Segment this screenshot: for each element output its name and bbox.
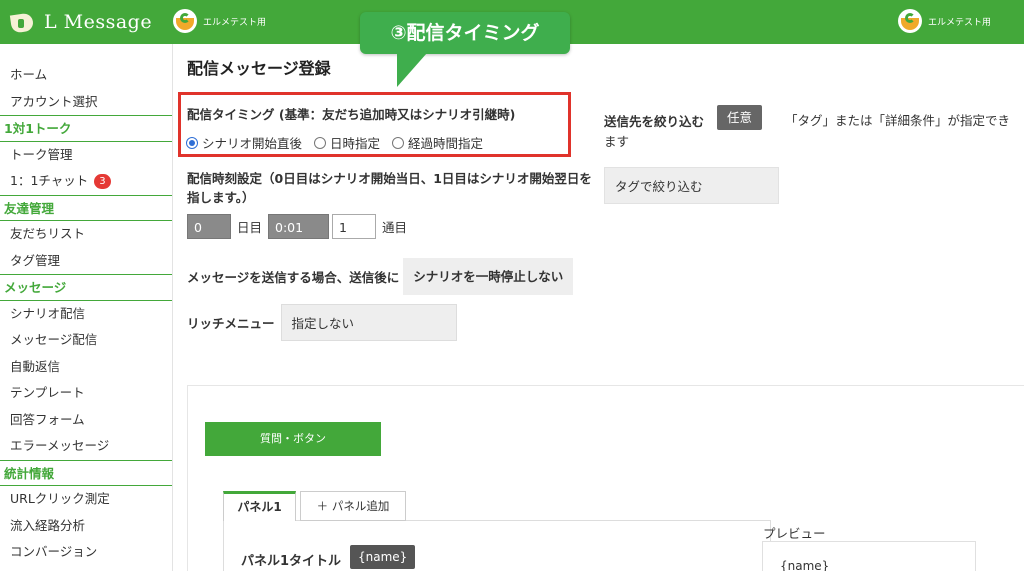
sidebar-item-label: トーク管理 — [10, 146, 73, 162]
leaf-logo-icon — [8, 9, 38, 35]
sidebar-item-scenario[interactable]: シナリオ配信 — [0, 301, 172, 328]
sidebar-item-label: URLクリック測定 — [10, 491, 110, 506]
sidebar: ホーム アカウント選択 1対1トーク トーク管理 1：1チャット 3 友達管理 友… — [0, 44, 173, 571]
sidebar-item-label: タグ管理 — [10, 252, 61, 268]
radio-label: 経過時間指定 — [408, 136, 484, 151]
day-input[interactable]: 0 — [187, 214, 231, 239]
sidebar-item-auto-reply[interactable]: 自動返信 — [0, 354, 172, 381]
send-setting-row: メッセージを送信する場合、送信後に シナリオを一時停止しない — [187, 258, 574, 295]
sidebar-item-label: ホーム — [10, 67, 48, 82]
sidebar-item-error-message[interactable]: エラーメッセージ — [0, 433, 172, 460]
radio-icon — [314, 136, 327, 149]
account-menu[interactable]: エルメテスト用 — [898, 9, 991, 33]
sidebar-item-label: テンプレート — [10, 385, 85, 400]
sidebar-item-friend-list[interactable]: 友だちリスト — [0, 221, 172, 248]
timing-radio-group: シナリオ開始直後 日時指定 経過時間指定 — [186, 133, 495, 152]
sidebar-item-message-delivery[interactable]: メッセージ配信 — [0, 327, 172, 354]
add-panel-tab[interactable]: ＋ パネル追加 — [300, 491, 406, 521]
tag-filter-button[interactable]: タグで絞り込む — [604, 167, 779, 204]
sidebar-item-template[interactable]: テンプレート — [0, 380, 172, 407]
rich-menu-select[interactable]: 指定しない — [280, 304, 457, 341]
account-name: エルメテスト用 — [928, 17, 992, 28]
preview-label: プレビュー — [763, 526, 826, 541]
account-avatar-icon — [898, 9, 922, 33]
sidebar-item-label: コンバージョン — [10, 544, 98, 559]
sidebar-section-friends: 友達管理 — [0, 194, 172, 221]
radio-label: 日時指定 — [330, 136, 381, 151]
radio-selected-icon — [186, 136, 198, 149]
account-avatar-icon — [173, 9, 197, 33]
time-setting-row: 0 日目 0:01 1 通目 — [187, 214, 407, 239]
sidebar-section-talk: 1対1トーク — [0, 115, 172, 142]
callout-pointer — [397, 53, 427, 87]
day-unit: 日目 — [237, 220, 263, 235]
sidebar-item-label: 友だちリスト — [10, 226, 86, 241]
filter-note-continued: ます — [604, 134, 630, 149]
sidebar-item-home[interactable]: ホーム — [0, 62, 172, 89]
app-logo[interactable]: L Message — [8, 6, 152, 38]
sidebar-item-label: エラーメッセージ — [10, 438, 110, 453]
filter-label: 送信先を絞り込む — [604, 114, 705, 129]
sidebar-item-label: 1：1チャット — [10, 173, 89, 188]
sidebar-item-talk-management[interactable]: トーク管理 — [0, 142, 172, 169]
tab-panel-1[interactable]: パネル1 — [223, 491, 296, 521]
sidebar-item-url-click[interactable]: URLクリック測定 — [0, 486, 172, 513]
filter-note: 「タグ」または「詳細条件」が指定でき — [785, 113, 1011, 128]
account-name: エルメテスト用 — [203, 17, 267, 28]
sidebar-item-label: 回答フォーム — [10, 411, 85, 427]
question-button[interactable]: 質問・ボタン — [205, 422, 381, 456]
time-input[interactable]: 0:01 — [268, 214, 330, 239]
sidebar-section-stats: 統計情報 — [0, 459, 172, 486]
name-variable-chip[interactable]: {name} — [350, 545, 416, 569]
radio-label: シナリオ開始直後 — [202, 136, 303, 151]
preview-name-text: {name} — [780, 559, 830, 571]
sidebar-item-account-select[interactable]: アカウント選択 — [0, 89, 172, 116]
radio-scenario-start[interactable]: シナリオ開始直後 — [186, 133, 302, 152]
sidebar-item-inflow-analysis[interactable]: 流入経路分析 — [0, 513, 172, 540]
count-unit: 通目 — [382, 220, 408, 235]
annotation-callout: ③配信タイミング — [360, 12, 570, 54]
count-input[interactable]: 1 — [332, 214, 377, 239]
sidebar-item-label: 自動返信 — [10, 358, 61, 374]
sidebar-section-message: メッセージ — [0, 274, 172, 301]
radio-elapsed[interactable]: 経過時間指定 — [392, 133, 483, 152]
radio-icon — [392, 136, 405, 149]
send-label: メッセージを送信する場合、送信後に — [187, 270, 400, 285]
time-setting-label: 配信時刻設定（0日目はシナリオ開始当日、1日目はシナリオ開始翌日を指します。） — [187, 171, 592, 205]
sidebar-item-conversion[interactable]: コンバージョン — [0, 539, 172, 566]
account-selector[interactable]: エルメテスト用 — [173, 9, 266, 33]
rich-menu-label: リッチメニュー — [187, 316, 275, 331]
sidebar-item-label: アカウント選択 — [10, 93, 98, 109]
sidebar-item-label: シナリオ配信 — [10, 305, 86, 321]
sidebar-item-answer-form[interactable]: 回答フォーム — [0, 407, 172, 434]
app-name: L Message — [44, 11, 153, 33]
sidebar-item-label: 流入経路分析 — [10, 517, 86, 533]
timing-label: 配信タイミング (基準：友だち追加時又はシナリオ引継時) — [187, 107, 516, 122]
sidebar-item-chat[interactable]: 1：1チャット 3 — [0, 168, 172, 195]
optional-badge: 任意 — [717, 105, 763, 130]
unread-badge: 3 — [94, 173, 111, 189]
scenario-pause-select[interactable]: シナリオを一時停止しない — [403, 258, 574, 295]
rich-menu-row: リッチメニュー 指定しない — [187, 304, 457, 341]
radio-datetime[interactable]: 日時指定 — [314, 133, 380, 152]
sidebar-item-label: メッセージ配信 — [10, 332, 98, 347]
panel-title-label: パネル1タイトル — [241, 554, 342, 569]
page-title: 配信メッセージ登録 — [187, 59, 331, 78]
sidebar-item-tag-management[interactable]: タグ管理 — [0, 248, 172, 275]
